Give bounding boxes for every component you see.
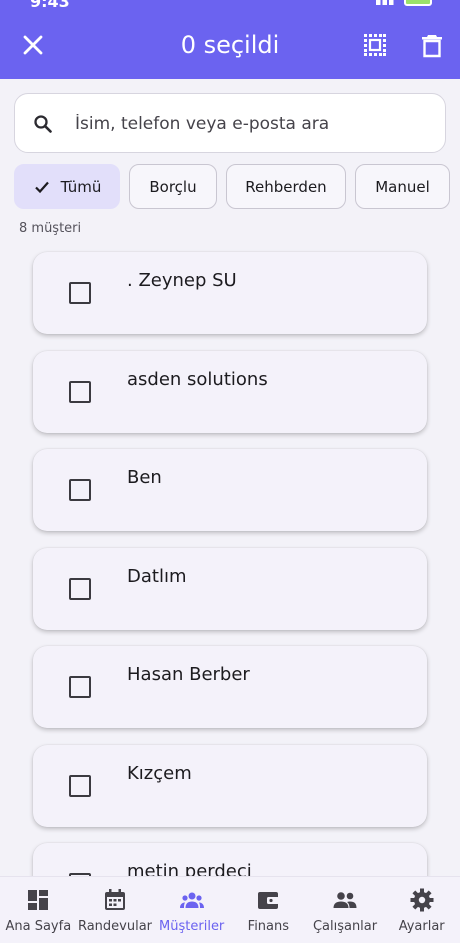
customer-card[interactable]: Ben bbox=[33, 449, 427, 531]
search-icon bbox=[34, 115, 52, 133]
search-input[interactable] bbox=[75, 104, 435, 144]
filter-chip-borclu[interactable]: Borçlu bbox=[129, 164, 217, 209]
check-icon bbox=[34, 181, 49, 193]
select-checkbox[interactable] bbox=[69, 479, 91, 501]
search-bar bbox=[14, 93, 446, 153]
status-bar: 9:43 bbox=[0, 0, 460, 10]
trash-icon bbox=[422, 35, 442, 58]
select-checkbox[interactable] bbox=[69, 578, 91, 600]
filter-chip-label: Borçlu bbox=[149, 177, 197, 196]
select-checkbox[interactable] bbox=[69, 282, 91, 304]
select-checkbox[interactable] bbox=[69, 381, 91, 403]
customer-name: . Zeynep SU bbox=[127, 270, 237, 291]
customer-name: Ben bbox=[127, 467, 162, 488]
app-bar: 9:43 0 seçildi bbox=[0, 0, 460, 79]
select-all-button[interactable] bbox=[361, 31, 389, 59]
delete-button[interactable] bbox=[418, 31, 446, 59]
customer-name: Datlım bbox=[127, 566, 187, 587]
customer-name: asden solutions bbox=[127, 369, 268, 390]
nav-randevular[interactable]: Randevular bbox=[77, 877, 154, 943]
selection-count-title: 0 seçildi bbox=[180, 31, 280, 59]
customer-card[interactable]: . Zeynep SU bbox=[33, 252, 427, 334]
customer-card[interactable]: Kızçem bbox=[33, 745, 427, 827]
select-checkbox[interactable] bbox=[69, 676, 91, 698]
customer-name: Hasan Berber bbox=[127, 664, 250, 685]
signal-icon bbox=[376, 0, 398, 5]
status-time: 9:43 bbox=[30, 0, 70, 10]
bottom-navigation: Ana Sayfa Randevular Müşteriler Finans Ç… bbox=[0, 876, 460, 943]
customer-name: Kızçem bbox=[127, 763, 192, 784]
nav-label: Ana Sayfa bbox=[5, 919, 72, 934]
nav-label: Finans bbox=[247, 919, 290, 934]
filter-chip-label: Rehberden bbox=[245, 177, 327, 196]
filter-chip-label: Manuel bbox=[375, 177, 430, 196]
nav-label: Çalışanlar bbox=[312, 919, 378, 934]
status-icons bbox=[376, 0, 432, 6]
calendar-icon bbox=[105, 889, 125, 910]
nav-label: Müşteriler bbox=[159, 919, 225, 934]
people-icon bbox=[179, 892, 204, 908]
nav-label: Randevular bbox=[77, 919, 153, 934]
nav-ayarlar[interactable]: Ayarlar bbox=[383, 877, 460, 943]
customer-list: . Zeynep SU asden solutions Ben Datlım H… bbox=[0, 240, 460, 876]
filter-chip-manuel[interactable]: Manuel bbox=[355, 164, 450, 209]
customer-count: 8 müşteri bbox=[19, 221, 82, 236]
customer-card[interactable]: metin perdeci bbox=[33, 843, 427, 876]
customer-card[interactable]: Datlım bbox=[33, 548, 427, 630]
battery-icon bbox=[404, 0, 432, 6]
select-all-icon bbox=[364, 34, 386, 56]
nav-musteriler[interactable]: Müşteriler bbox=[153, 877, 230, 943]
customer-name: metin perdeci bbox=[127, 861, 252, 876]
filter-chip-label: Tümü bbox=[60, 177, 102, 196]
customer-card[interactable]: Hasan Berber bbox=[33, 646, 427, 728]
group-icon bbox=[333, 892, 357, 908]
nav-calisanlar[interactable]: Çalışanlar bbox=[307, 877, 384, 943]
filter-chip-rehberden[interactable]: Rehberden bbox=[226, 164, 346, 209]
wallet-icon bbox=[258, 892, 280, 909]
customer-card[interactable]: asden solutions bbox=[33, 351, 427, 433]
select-checkbox[interactable] bbox=[69, 775, 91, 797]
filter-chip-tumu[interactable]: Tümü bbox=[14, 164, 120, 209]
gear-icon bbox=[410, 888, 434, 912]
nav-finans[interactable]: Finans bbox=[230, 877, 307, 943]
nav-label: Ayarlar bbox=[398, 919, 445, 934]
nav-ana-sayfa[interactable]: Ana Sayfa bbox=[0, 877, 77, 943]
dashboard-icon bbox=[28, 890, 49, 910]
